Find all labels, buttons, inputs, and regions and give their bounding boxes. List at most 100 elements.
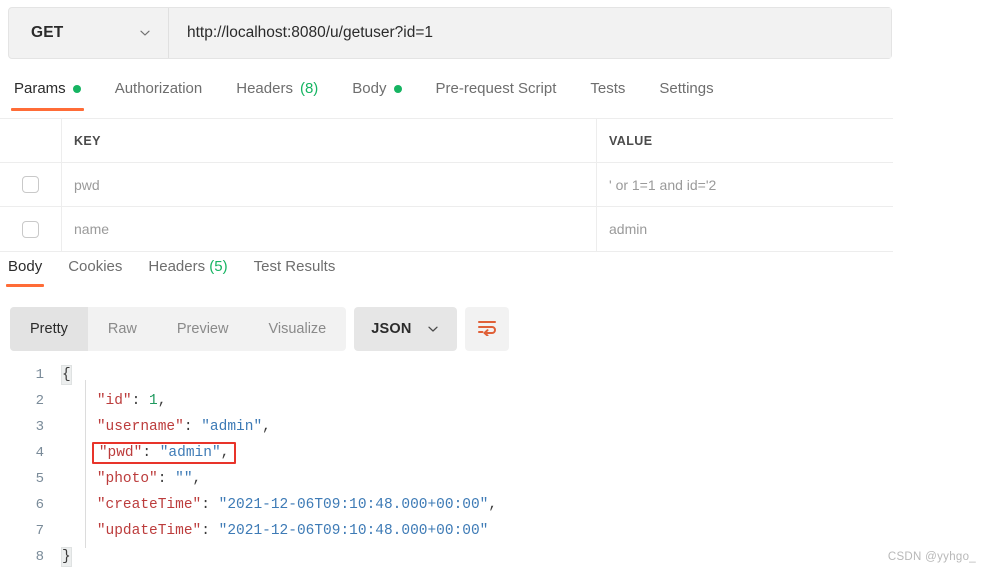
header-cell-check — [0, 119, 62, 162]
view-mode-raw[interactable]: Raw — [88, 307, 157, 351]
json-comma: , — [157, 393, 167, 409]
tab-settings[interactable]: Settings — [659, 78, 713, 111]
line-content: "photo": "", — [62, 471, 985, 487]
response-tab-body[interactable]: Body — [5, 258, 45, 287]
json-comma: , — [488, 497, 498, 513]
line-number: 5 — [35, 471, 44, 487]
row-key-text: pwd — [74, 176, 100, 193]
response-body-viewer[interactable]: 1 { 2 "id": 1, 3 "username": "admin", 4 … — [0, 362, 985, 572]
table-header-row: KEY VALUE — [0, 119, 893, 163]
table-row: name admin — [0, 207, 893, 251]
response-format-select[interactable]: JSON — [354, 307, 457, 351]
view-mode-visualize[interactable]: Visualize — [248, 307, 346, 351]
word-wrap-button[interactable] — [464, 307, 509, 351]
tab-headers-count: (8) — [299, 80, 319, 97]
row-value-cell-pwd[interactable]: ' or 1=1 and id='2 — [597, 163, 893, 206]
row-checkbox-pwd[interactable] — [22, 176, 39, 193]
header-cell-key: KEY — [62, 119, 597, 162]
code-line: 8 } — [0, 544, 985, 570]
json-open-brace: { — [61, 365, 72, 385]
tab-headers-label: Headers — [236, 80, 293, 97]
url-value: http://localhost:8080/u/getuser?id=1 — [187, 24, 434, 41]
request-tab-bar: Params Authorization Headers (8) Body Pr… — [0, 78, 893, 116]
tab-params[interactable]: Params — [11, 78, 84, 111]
json-key-username: "username" — [96, 419, 184, 435]
json-key-pwd: "pwd" — [98, 445, 143, 461]
line-number: 3 — [35, 419, 44, 435]
json-close-brace: } — [61, 547, 72, 567]
tab-body[interactable]: Body — [352, 78, 402, 111]
row-key-text: name — [74, 221, 110, 237]
json-key-id: "id" — [96, 393, 132, 409]
line-content: { — [61, 365, 985, 385]
tab-pre-request-script[interactable]: Pre-request Script — [436, 78, 557, 111]
json-value-photo: "" — [175, 471, 193, 487]
line-content: "username": "admin", — [62, 419, 985, 435]
code-line: 5 "photo": "", — [0, 466, 985, 492]
json-comma: , — [262, 419, 271, 435]
query-params-table: KEY VALUE pwd ' or 1=1 and id='2 name ad… — [0, 118, 893, 252]
row-value-text: admin — [609, 221, 648, 237]
line-content: "id": 1, — [62, 393, 985, 409]
line-content: "createTime": "2021-12-06T09:10:48.000+0… — [62, 497, 985, 513]
json-comma: , — [220, 445, 230, 461]
code-line: 7 "updateTime": "2021-12-06T09:10:48.000… — [0, 518, 985, 544]
line-content: "pwd": "admin", — [62, 442, 985, 464]
row-value-text: ' or 1=1 and id='2 — [609, 176, 717, 193]
json-value-username: "admin" — [201, 419, 263, 435]
line-content: } — [61, 547, 985, 567]
row-checkbox-name[interactable] — [22, 220, 39, 238]
line-number: 1 — [35, 367, 44, 383]
code-line: 3 "username": "admin", — [0, 414, 985, 440]
row-value-cell-name[interactable]: admin — [597, 207, 893, 251]
tab-body-label: Body — [352, 80, 387, 97]
row-checkbox-cell — [0, 207, 62, 251]
body-status-dot-icon — [393, 84, 402, 93]
json-colon: : — [201, 497, 219, 513]
tab-tests[interactable]: Tests — [590, 78, 625, 111]
view-mode-pretty[interactable]: Pretty — [10, 307, 88, 351]
view-mode-group: Pretty Raw Preview Visualize — [10, 307, 347, 351]
json-key-photo: "photo" — [96, 471, 158, 487]
response-format-label: JSON — [371, 321, 412, 337]
http-method-label: GET — [31, 24, 64, 41]
response-tab-test-results-label: Test Results — [253, 258, 336, 275]
code-line-highlighted: 4 "pwd": "admin", — [0, 440, 985, 466]
json-value-updatetime: "2021-12-06T09:10:48.000+00:00" — [218, 523, 489, 539]
view-mode-visualize-label: Visualize — [268, 321, 327, 337]
watermark: CSDN @yyhgo_ — [887, 551, 976, 563]
row-checkbox-cell — [0, 163, 62, 206]
http-method-select[interactable]: GET — [9, 8, 169, 58]
response-tab-headers-label: Headers — [148, 258, 206, 275]
url-input[interactable]: http://localhost:8080/u/getuser?id=1 — [169, 8, 891, 58]
json-key-updatetime: "updateTime" — [96, 523, 202, 539]
view-mode-preview[interactable]: Preview — [157, 307, 249, 351]
line-number: 2 — [35, 393, 44, 409]
view-mode-pretty-label: Pretty — [30, 321, 68, 337]
response-tab-headers[interactable]: Headers (5) — [148, 258, 227, 287]
view-mode-raw-label: Raw — [107, 321, 137, 337]
tab-authorization[interactable]: Authorization — [115, 78, 203, 111]
tab-settings-label: Settings — [659, 80, 714, 97]
params-status-dot-icon — [72, 84, 81, 93]
json-colon: : — [157, 471, 176, 487]
row-key-cell-pwd[interactable]: pwd — [62, 163, 597, 206]
line-number: 8 — [35, 549, 44, 565]
line-number: 4 — [35, 445, 44, 461]
response-tab-body-label: Body — [8, 258, 43, 275]
tab-params-label: Params — [14, 80, 66, 97]
code-line: 6 "createTime": "2021-12-06T09:10:48.000… — [0, 492, 985, 518]
json-key-createtime: "createTime" — [96, 497, 202, 513]
row-key-cell-name[interactable]: name — [62, 207, 597, 251]
response-tab-cookies[interactable]: Cookies — [68, 258, 122, 287]
line-content: "updateTime": "2021-12-06T09:10:48.000+0… — [62, 523, 985, 539]
view-mode-preview-label: Preview — [176, 321, 229, 337]
response-tab-cookies-label: Cookies — [68, 258, 123, 275]
response-view-toolbar: Pretty Raw Preview Visualize JSON — [10, 307, 509, 351]
tab-authorization-label: Authorization — [114, 80, 203, 97]
response-tab-test-results[interactable]: Test Results — [254, 258, 336, 287]
tab-headers[interactable]: Headers (8) — [236, 78, 318, 111]
